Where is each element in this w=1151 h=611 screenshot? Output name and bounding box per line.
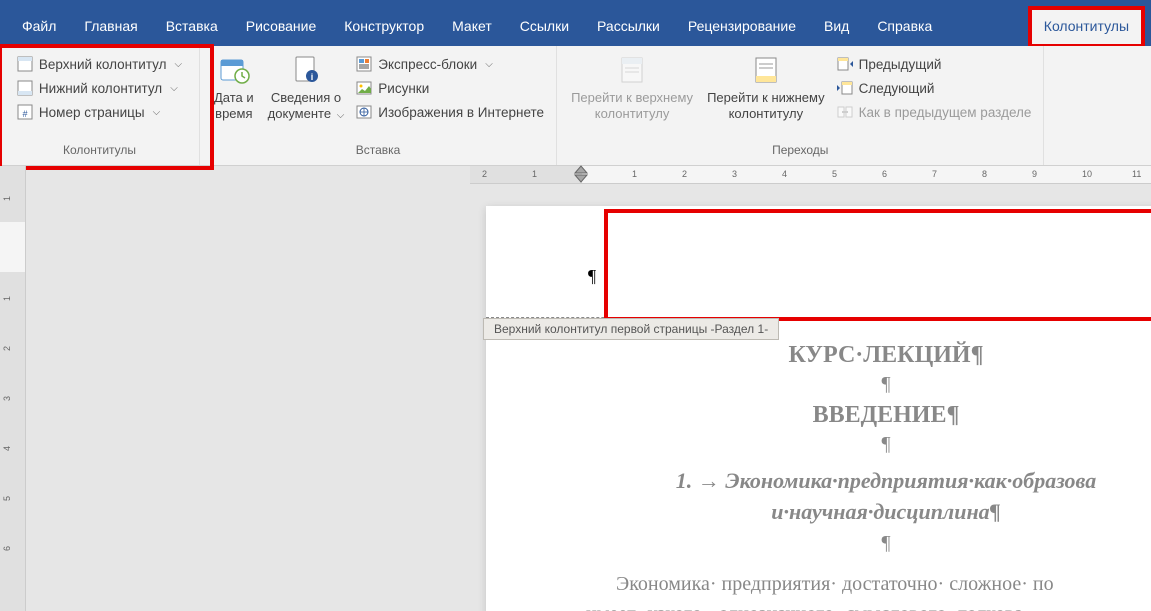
- cursor-pilcrow: ¶: [588, 266, 596, 287]
- highlight-box: [604, 209, 1151, 321]
- ribbon-group-insert: Дата и время i Сведения о документе ⌵ Эк…: [200, 46, 557, 165]
- previous-icon: [837, 56, 853, 72]
- goto-footer-icon: [750, 54, 782, 86]
- work-area: 1 1 2 3 4 5 6 ¶ Верхний колонтитул перво…: [0, 166, 1151, 611]
- quick-parts-icon: [356, 56, 372, 72]
- page-number-dropdown-label: Номер страницы: [39, 105, 145, 120]
- tab-mailings[interactable]: Рассылки: [583, 8, 674, 46]
- quick-parts-button[interactable]: Экспресс-блоки ⌵: [352, 54, 548, 74]
- page[interactable]: ¶ Верхний колонтитул первой страницы -Ра…: [486, 206, 1151, 611]
- previous-button[interactable]: Предыдущий: [833, 54, 1036, 74]
- ribbon: Верхний колонтитул ⌵ Нижний колонтитул ⌵…: [0, 46, 1151, 166]
- footer-dropdown[interactable]: Нижний колонтитул ⌵: [13, 78, 186, 98]
- ruler-tick: 6: [2, 546, 12, 551]
- blank-para: ¶: [586, 433, 1151, 456]
- document-container: ¶ Верхний колонтитул первой страницы -Ра…: [26, 166, 1151, 611]
- goto-footer-button[interactable]: Перейти к нижнему колонтитулу: [701, 50, 831, 141]
- link-icon: [837, 104, 853, 120]
- tab-help[interactable]: Справка: [863, 8, 946, 46]
- tab-headers-footers[interactable]: Колонтитулы: [1030, 8, 1143, 46]
- footer-dropdown-label: Нижний колонтитул: [39, 81, 162, 96]
- calendar-clock-icon: [218, 54, 250, 86]
- document-body: КУРС·ЛЕКЦИЙ¶ ¶ ВВЕДЕНИЕ¶ ¶ 1. → Экономик…: [486, 318, 1151, 611]
- header-dropdown[interactable]: Верхний колонтитул ⌵: [13, 54, 186, 74]
- pictures-button[interactable]: Рисунки: [352, 78, 548, 98]
- tab-layout[interactable]: Макет: [438, 8, 506, 46]
- tab-file[interactable]: Файл: [8, 8, 70, 46]
- svg-text:#: #: [22, 109, 27, 119]
- doc-info-icon: i: [290, 54, 322, 86]
- quick-parts-label: Экспресс-блоки: [378, 57, 477, 72]
- doc-paragraph: Экономика· предприятия· достаточно· слож…: [586, 569, 1151, 611]
- page-footer-icon: [17, 80, 33, 96]
- ruler-tick: 2: [2, 346, 12, 351]
- svg-text:i: i: [311, 72, 314, 82]
- group-insert-label: Вставка: [356, 141, 401, 161]
- online-picture-icon: [356, 104, 372, 120]
- header-tag: Верхний колонтитул первой страницы -Разд…: [483, 318, 779, 340]
- date-time-label: Дата и время: [214, 90, 254, 121]
- tab-insert[interactable]: Вставка: [152, 8, 232, 46]
- page-number-icon: #: [17, 104, 33, 120]
- chevron-down-icon: ⌵: [485, 59, 493, 70]
- next-icon: [837, 80, 853, 96]
- tab-review[interactable]: Рецензирование: [674, 8, 810, 46]
- link-previous-button: Как в предыдущем разделе: [833, 102, 1036, 122]
- online-pictures-label: Изображения в Интернете: [378, 105, 544, 120]
- doc-title: КУРС·ЛЕКЦИЙ¶: [586, 342, 1151, 369]
- pictures-label: Рисунки: [378, 81, 429, 96]
- chevron-down-icon: ⌵: [174, 59, 182, 70]
- tab-home[interactable]: Главная: [70, 8, 151, 46]
- group-headers-label: Колонтитулы: [63, 141, 136, 161]
- next-button[interactable]: Следующий: [833, 78, 1036, 98]
- tab-draw[interactable]: Рисование: [232, 8, 331, 46]
- tab-references[interactable]: Ссылки: [506, 8, 583, 46]
- header-dropdown-label: Верхний колонтитул: [39, 57, 167, 72]
- next-label: Следующий: [859, 81, 935, 96]
- online-pictures-button[interactable]: Изображения в Интернете: [352, 102, 548, 122]
- doc-intro: ВВЕДЕНИЕ¶: [586, 402, 1151, 429]
- vertical-ruler[interactable]: 1 1 2 3 4 5 6: [0, 166, 26, 611]
- previous-label: Предыдущий: [859, 57, 942, 72]
- link-previous-label: Как в предыдущем разделе: [859, 105, 1032, 120]
- blank-para: ¶: [586, 532, 1151, 555]
- ribbon-group-headers: Верхний колонтитул ⌵ Нижний колонтитул ⌵…: [0, 46, 200, 165]
- ruler-tick: 3: [2, 396, 12, 401]
- chevron-down-icon: ⌵: [153, 107, 161, 118]
- ruler-tick: 1: [2, 196, 12, 201]
- ribbon-tabs: Файл Главная Вставка Рисование Конструкт…: [0, 0, 1151, 46]
- goto-header-icon: [616, 54, 648, 86]
- group-nav-label: Переходы: [772, 141, 828, 161]
- page-number-dropdown[interactable]: # Номер страницы ⌵: [13, 102, 186, 122]
- picture-icon: [356, 80, 372, 96]
- doc-heading: 1. → Экономика·предприятия·как·образова …: [586, 466, 1151, 528]
- ruler-tick: 5: [2, 496, 12, 501]
- header-area[interactable]: ¶ Верхний колонтитул первой страницы -Ра…: [486, 206, 1151, 318]
- blank-para: ¶: [586, 373, 1151, 396]
- ruler-tick: 4: [2, 446, 12, 451]
- page-header-icon: [17, 56, 33, 72]
- ruler-tick: 1: [2, 296, 12, 301]
- goto-header-label: Перейти к верхнему колонтитулу: [571, 90, 693, 121]
- tab-view[interactable]: Вид: [810, 8, 863, 46]
- tab-design[interactable]: Конструктор: [330, 8, 438, 46]
- goto-header-button: Перейти к верхнему колонтитулу: [565, 50, 699, 141]
- chevron-down-icon: ⌵: [170, 83, 178, 94]
- doc-info-button[interactable]: i Сведения о документе ⌵: [262, 50, 351, 141]
- ribbon-group-navigation: Перейти к верхнему колонтитулу Перейти к…: [557, 46, 1044, 165]
- date-time-button[interactable]: Дата и время: [208, 50, 260, 141]
- doc-info-label: Сведения о документе ⌵: [268, 90, 345, 122]
- goto-footer-label: Перейти к нижнему колонтитулу: [707, 90, 825, 121]
